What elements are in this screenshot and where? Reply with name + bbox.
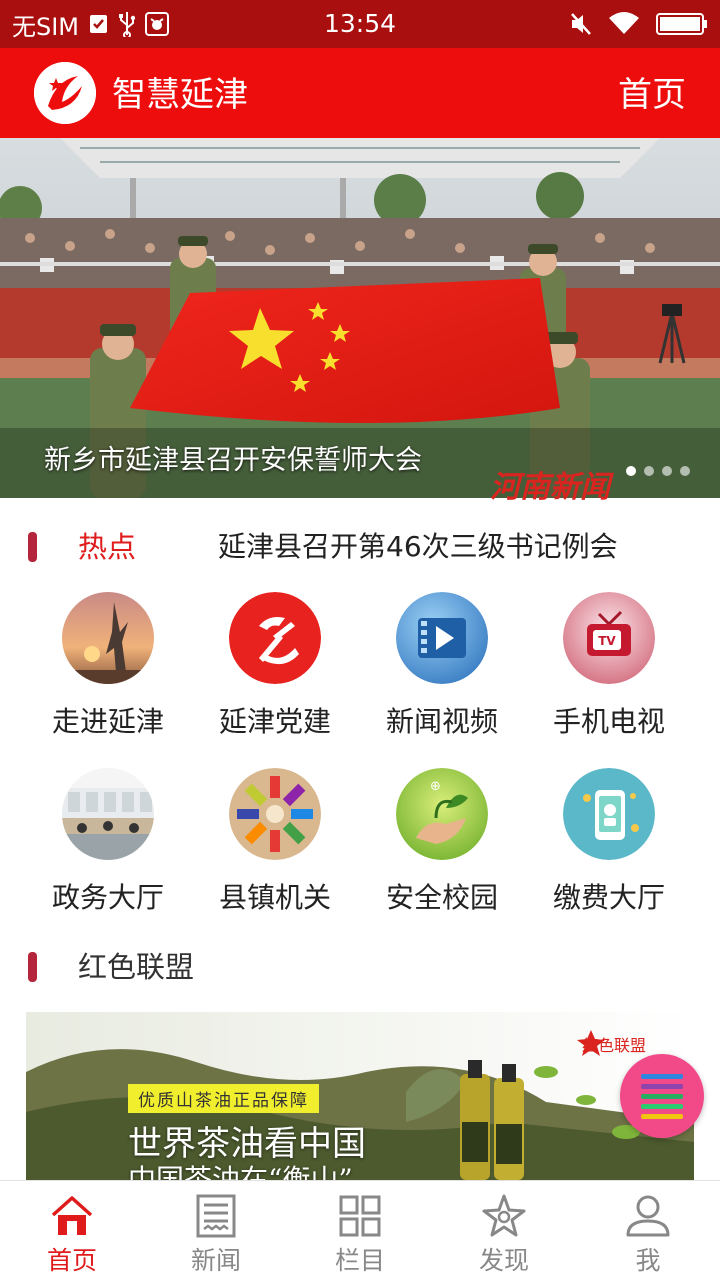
banner-watermark: 河南新闻: [490, 470, 610, 505]
hot-headline[interactable]: 延津县召开第46次三级书记例会: [218, 518, 618, 576]
home-icon: [51, 1196, 93, 1235]
status-bar: 无SIM 13:54: [0, 0, 720, 48]
news-icon: [196, 1194, 236, 1238]
banner-carousel[interactable]: 新乡市延津县召开安保誓师大会: [0, 138, 720, 498]
grid-label: 缴费大厅: [552, 881, 665, 914]
carousel-dot: [680, 466, 690, 476]
status-right: [554, 0, 708, 48]
svg-text:⊕: ⊕: [430, 779, 441, 794]
video-icon: [396, 592, 488, 684]
section-marker: [28, 952, 37, 982]
nav-label: 我: [635, 1246, 661, 1275]
grid-label: 新闻视频: [385, 705, 498, 738]
grid-item-jiaofei[interactable]: 缴费大厅: [525, 768, 693, 916]
grid-item-zhengwu[interactable]: 政务大厅: [24, 768, 192, 916]
menu-stripe: [641, 1094, 683, 1099]
nav-news[interactable]: 新闻: [144, 1181, 288, 1280]
nav-label: 栏目: [334, 1246, 385, 1275]
columns-icon: [339, 1195, 381, 1237]
grid-item-dangjian[interactable]: 延津党建: [191, 592, 359, 740]
institutions-icon: [229, 768, 321, 860]
floating-menu-button[interactable]: [620, 1054, 704, 1138]
nav-profile[interactable]: 我: [576, 1181, 720, 1280]
svg-text:TV: TV: [598, 634, 616, 648]
profile-icon: [626, 1195, 670, 1237]
payment-icon: [563, 768, 655, 860]
grid-item-jiguan[interactable]: 县镇机关: [191, 768, 359, 916]
grid-label: 安全校园: [385, 881, 498, 914]
grid-label: 走进延津: [51, 705, 164, 738]
ad-tagline: 优质山茶油正品保障: [128, 1084, 319, 1113]
menu-stripe: [641, 1114, 683, 1119]
nav-home[interactable]: 首页: [0, 1181, 144, 1280]
ad-brand: 红色联盟: [582, 1036, 647, 1055]
ad-banner[interactable]: 优质山茶油正品保障 世界茶油看中国 中国茶油在“衡山” 红色联盟: [26, 1012, 694, 1180]
grid-item-tv[interactable]: TV 手机电视: [525, 592, 693, 740]
section-marker: [28, 532, 37, 562]
office-hall-icon: [62, 768, 154, 860]
banner-caption: 新乡市延津县召开安保誓师大会: [44, 445, 422, 476]
section-title: 红色联盟: [78, 950, 195, 984]
bottom-nav: 首页 新闻 栏目 发现 我: [0, 1180, 720, 1280]
carousel-dot: [644, 466, 654, 476]
home-link[interactable]: 首页: [618, 48, 686, 138]
app-header: 智慧延津 首页: [0, 48, 720, 138]
grid-label: 政务大厅: [51, 881, 164, 914]
mute-icon: [570, 12, 592, 36]
carousel-dot: [626, 466, 636, 476]
nav-label: 发现: [478, 1246, 529, 1275]
grid-label: 手机电视: [552, 705, 665, 738]
hot-label: 热点: [78, 530, 137, 564]
nav-label: 新闻: [190, 1246, 241, 1275]
menu-stripe: [641, 1074, 683, 1079]
hot-news-row[interactable]: 热点 延津县召开第46次三级书记例会: [0, 518, 720, 576]
menu-stripe: [641, 1104, 683, 1109]
grid-item-zoujin[interactable]: 走进延津: [24, 592, 192, 740]
discover-icon: [482, 1194, 526, 1237]
grid-label: 县镇机关: [218, 881, 331, 914]
sculpture-icon: [62, 592, 154, 684]
ad-subtitle: 中国茶油在“衡山”: [128, 1163, 353, 1180]
safe-campus-icon: ⊕: [396, 768, 488, 860]
menu-stripe: [641, 1084, 683, 1089]
grid-item-video[interactable]: 新闻视频: [358, 592, 526, 740]
section-header-red-alliance: 红色联盟: [0, 938, 720, 996]
grid-label: 延津党建: [218, 705, 331, 738]
party-emblem-icon: [229, 592, 321, 684]
wifi-icon: [608, 12, 640, 36]
carousel-indicator: [618, 466, 690, 476]
app-title: 智慧延津: [112, 75, 248, 115]
tv-icon: TV: [563, 592, 655, 684]
carousel-dot: [662, 466, 672, 476]
battery-icon: [656, 12, 708, 36]
grid-item-xiaoyuan[interactable]: ⊕ 安全校园: [358, 768, 526, 916]
app-logo-icon: [34, 62, 96, 124]
nav-columns[interactable]: 栏目: [288, 1181, 432, 1280]
nav-label: 首页: [46, 1246, 97, 1275]
nav-discover[interactable]: 发现: [432, 1181, 576, 1280]
